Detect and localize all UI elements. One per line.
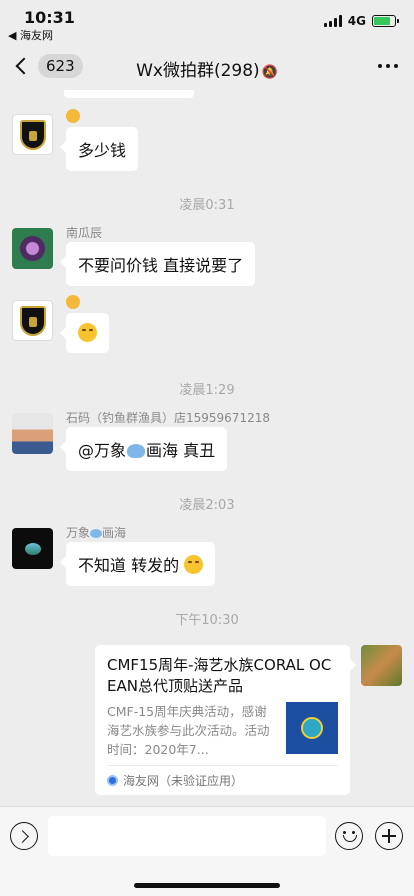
cmf-logo-icon: [301, 717, 323, 739]
partial-message-bubble: [64, 90, 194, 98]
link-card[interactable]: CMF15周年-海艺水族CORAL OCEAN总代顶贴送产品 CMF-15周年庆…: [95, 645, 356, 795]
whale-emoji-icon: [90, 529, 103, 538]
self-avatar[interactable]: [361, 645, 402, 686]
earth-logo-icon: [24, 542, 41, 555]
sender-name: 石码（钓鱼群渔具）店15959671218: [66, 411, 270, 425]
message-timestamp: 凌晨0:31: [179, 198, 235, 213]
message-timestamp: 凌晨1:29: [179, 383, 235, 398]
home-indicator[interactable]: [134, 883, 280, 888]
mention-text: @万象: [78, 441, 127, 460]
message-bubble[interactable]: @万象 画海 真丑: [59, 427, 228, 471]
voice-input-button[interactable]: [10, 822, 38, 850]
message-bubble[interactable]: 多少钱: [59, 127, 139, 171]
app-source-icon: [107, 775, 118, 786]
message-timestamp: 下午10:30: [175, 613, 239, 628]
more-options-button[interactable]: [378, 64, 398, 68]
status-time: 10:31: [24, 8, 75, 27]
avatar[interactable]: [12, 114, 53, 155]
avatar[interactable]: [12, 228, 53, 269]
input-bar: [0, 806, 414, 896]
signal-icon: [323, 15, 342, 27]
avatar[interactable]: [12, 413, 53, 454]
link-card-title: CMF15周年-海艺水族CORAL OCEAN总代顶贴送产品: [107, 656, 332, 695]
battery-icon: [372, 15, 399, 27]
status-bar: 10:31 ◀ 海友网 4G: [0, 0, 414, 44]
message-timestamp: 凌晨2:03: [179, 498, 235, 513]
whale-emoji-icon: [127, 444, 146, 458]
face-emoji-icon: [78, 323, 97, 342]
more-functions-button[interactable]: [375, 822, 403, 850]
sender-name: 万象 画海: [66, 526, 127, 540]
message-input[interactable]: [48, 816, 326, 856]
face-emoji-icon: [66, 295, 80, 309]
network-type: 4G: [347, 14, 366, 28]
sender-name: 南瓜辰: [66, 226, 103, 240]
chat-title: Wx微拍群(298) 🔕: [0, 56, 414, 81]
message-text: 画海 真丑: [146, 441, 216, 460]
message-bubble[interactable]: [60, 313, 109, 353]
avatar[interactable]: [12, 300, 53, 341]
message-bubble[interactable]: 不知道 转发的: [59, 542, 216, 586]
back-to-app-link[interactable]: ◀ 海友网: [8, 27, 53, 43]
message-bubble[interactable]: 不要问价钱 直接说要了: [59, 242, 256, 286]
link-card-thumbnail: [286, 702, 338, 754]
status-indicators: 4G: [323, 14, 399, 28]
face-emoji-icon: [66, 109, 80, 123]
link-card-description: CMF-15周年庆典活动，感谢海艺水族参与此次活动。活动时间：2020年7...: [107, 704, 270, 757]
lamborghini-logo-icon: [19, 119, 46, 150]
message-list[interactable]: 多少钱 凌晨0:31 南瓜辰 不要问价钱 直接说要了 凌晨1:29 石码（钓鱼群…: [0, 90, 414, 806]
link-card-source: 海友网（未验证应用）: [107, 765, 338, 789]
lamborghini-logo-icon: [19, 305, 46, 336]
chat-header: 623 Wx微拍群(298) 🔕: [0, 44, 414, 90]
emoji-button[interactable]: [335, 822, 363, 850]
avatar[interactable]: [12, 528, 53, 569]
chat-title-text: Wx微拍群(298): [136, 61, 260, 81]
smirk-emoji-icon: [184, 555, 204, 574]
mute-bell-icon: 🔕: [261, 65, 278, 80]
